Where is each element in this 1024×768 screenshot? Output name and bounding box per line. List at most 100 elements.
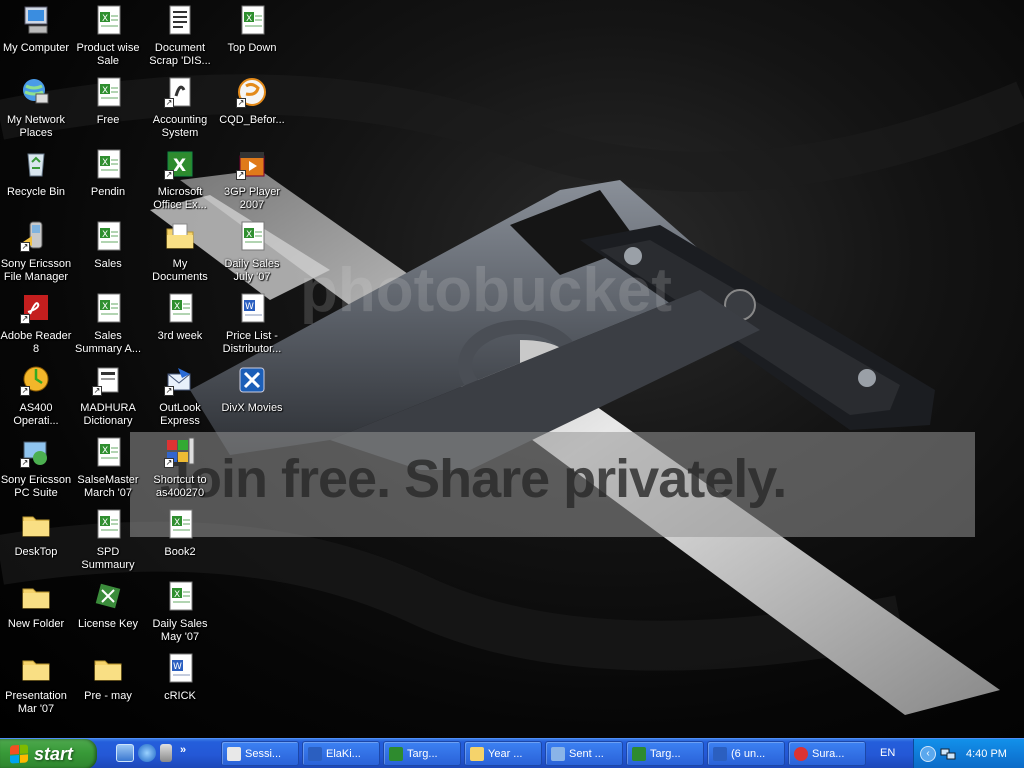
desktop-icon[interactable]: X ↗ Microsoft Office Ex... xyxy=(144,146,216,216)
language-indicator[interactable]: EN xyxy=(880,747,895,759)
desktop-icon[interactable]: ↗ CQD_Befor... xyxy=(216,74,288,144)
desktop-icon-label: Sony Ericsson PC Suite xyxy=(0,474,72,499)
desktop-icon[interactable]: ↗ Sony Ericsson File Manager xyxy=(0,218,72,288)
accounting-app-icon: ↗ xyxy=(164,76,196,108)
desktop-icon[interactable]: X Free xyxy=(72,74,144,144)
media-app-icon: ↗ xyxy=(236,76,268,108)
desktop-icon-label: My Computer xyxy=(2,42,70,54)
desktop-icon-label: New Folder xyxy=(7,618,65,630)
phone-icon: ↗ xyxy=(20,220,52,252)
desktop-icon[interactable]: My Documents xyxy=(144,218,216,288)
desktop-icon-label: Recycle Bin xyxy=(6,186,66,198)
desktop-icon[interactable]: Pre - may xyxy=(72,650,144,720)
desktop-icon[interactable]: X Top Down xyxy=(216,2,288,72)
excel-icon xyxy=(632,746,646,761)
desktop-icon[interactable]: License Key xyxy=(72,578,144,648)
desktop-icon[interactable]: Presentation Mar '07 xyxy=(0,650,72,720)
desktop-icon[interactable]: W Price List - Distributor... xyxy=(216,290,288,360)
excel-file-icon: X xyxy=(236,4,268,36)
desktop-icon[interactable]: New Folder xyxy=(0,578,72,648)
desktop-icon[interactable]: ↗ 3GP Player 2007 xyxy=(216,146,288,216)
desktop-icon[interactable]: X SPD Summaury xyxy=(72,506,144,576)
as400-shortcut-icon: ↗ xyxy=(164,436,196,468)
desktop-icon-label: DeskTop xyxy=(14,546,58,558)
desktop-icon-label: Presentation Mar '07 xyxy=(5,690,67,715)
my-computer-icon xyxy=(20,4,52,36)
desktop-icon[interactable]: ↗ Sony Ericsson PC Suite xyxy=(0,434,72,504)
taskbar-window-button[interactable]: Sessi... xyxy=(221,741,299,766)
desktop-icon[interactable]: ↗ Adobe Reader 8 xyxy=(0,290,72,360)
word-icon xyxy=(308,746,322,761)
taskbar-button-label: Targ... xyxy=(407,747,438,760)
desktop-icon-label: Daily Sales July '07 xyxy=(224,258,280,283)
recycle-bin-icon xyxy=(20,148,52,180)
desktop-icon[interactable]: X Sales xyxy=(72,218,144,288)
desktop-icon-label: Sony Ericsson File Manager xyxy=(0,258,72,283)
desktop-icon[interactable]: My Network Places xyxy=(0,74,72,144)
shortcut-arrow-icon: ↗ xyxy=(164,170,174,180)
shortcut-arrow-icon: ↗ xyxy=(92,386,102,396)
desktop-icon[interactable]: X SalseMaster March '07 xyxy=(72,434,144,504)
excel-file-icon: X xyxy=(92,76,124,108)
system-tray: ‹ 4:40 PM xyxy=(913,739,1024,768)
clock[interactable]: 4:40 PM xyxy=(966,748,1007,760)
desktop-icon[interactable]: X Daily Sales July '07 xyxy=(216,218,288,288)
svg-text:X: X xyxy=(174,302,180,312)
desktop-icon[interactable]: ↗ AS400 Operati... xyxy=(0,362,72,432)
start-button[interactable]: start xyxy=(0,739,97,768)
session-icon xyxy=(227,746,241,761)
desktop-icon[interactable]: X Pendin xyxy=(72,146,144,216)
excel-file-icon: X xyxy=(92,508,124,540)
desktop-icon-label: DivX Movies xyxy=(221,402,283,414)
desktop-icon-label: My Network Places xyxy=(6,114,66,139)
desktop-icon-label: Daily Sales May '07 xyxy=(152,618,208,643)
desktop-icon-label: cRICK xyxy=(164,690,196,702)
desktop-icon-label: CQD_Befor... xyxy=(219,114,285,126)
desktop-icon[interactable]: WcRICK xyxy=(144,650,216,720)
quick-launch-more-chevron[interactable]: » xyxy=(180,744,186,764)
internet-explorer-icon[interactable] xyxy=(138,744,156,762)
desktop-icon[interactable]: X 3rd week xyxy=(144,290,216,360)
text-document-icon xyxy=(164,4,196,36)
desktop-icon-label: SalseMaster March '07 xyxy=(77,474,139,499)
taskbar-window-button[interactable]: (6 un... xyxy=(707,741,785,766)
taskbar-window-button[interactable]: Sura... xyxy=(788,741,866,766)
outlook-express-icon: ↗ xyxy=(164,364,196,396)
tray-expand-chevron-icon[interactable]: ‹ xyxy=(920,746,936,762)
svg-text:W: W xyxy=(173,662,182,672)
network-connection-icon[interactable] xyxy=(940,747,956,761)
taskbar-window-button[interactable]: Year ... xyxy=(464,741,542,766)
svg-text:X: X xyxy=(102,446,108,456)
desktop-icon[interactable]: ↗ Accounting System xyxy=(144,74,216,144)
desktop-icon[interactable]: ↗ MADHURA Dictionary xyxy=(72,362,144,432)
desktop-icon[interactable]: ↗ Shortcut to as400270 xyxy=(144,434,216,504)
desktop-icon[interactable]: DeskTop xyxy=(0,506,72,576)
desktop-icon[interactable]: X Product wise Sale xyxy=(72,2,144,72)
taskbar-window-buttons: Sessi... ElaKi... Targ... Year ... Sent ... T… xyxy=(221,741,866,766)
desktop-icon[interactable]: My Computer xyxy=(0,2,72,72)
desktop-icon[interactable]: X Sales Summary A... xyxy=(72,290,144,360)
taskbar-window-button[interactable]: Targ... xyxy=(626,741,704,766)
desktop-icon[interactable]: X Daily Sales May '07 xyxy=(144,578,216,648)
desktop-icon[interactable]: Recycle Bin xyxy=(0,146,72,216)
desktop-icon[interactable]: Document Scrap 'DIS... xyxy=(144,2,216,72)
desktop-icon[interactable]: DivX Movies xyxy=(216,362,288,432)
desktop-icon[interactable]: X Book2 xyxy=(144,506,216,576)
taskbar: start » Sessi... ElaKi... Targ... Year ... S… xyxy=(0,738,1024,768)
taskbar-window-button[interactable]: Targ... xyxy=(383,741,461,766)
excel-file-icon: X xyxy=(92,436,124,468)
excel-file-icon: X xyxy=(164,580,196,612)
folder-icon xyxy=(20,580,52,612)
taskbar-button-label: Targ... xyxy=(650,747,681,760)
taskbar-window-button[interactable]: Sent ... xyxy=(545,741,623,766)
desktop-icon[interactable]: ↗ OutLook Express xyxy=(144,362,216,432)
taskbar-button-label: Sura... xyxy=(812,747,845,760)
taskbar-window-button[interactable]: ElaKi... xyxy=(302,741,380,766)
desktop-icon-label: Top Down xyxy=(227,42,277,54)
desktop-icon-label: Sales xyxy=(94,258,122,270)
mail-icon xyxy=(551,746,565,761)
windows-media-icon[interactable] xyxy=(160,744,172,762)
as400-icon: ↗ xyxy=(20,364,52,396)
shortcut-arrow-icon: ↗ xyxy=(236,98,246,108)
show-desktop-icon[interactable] xyxy=(116,744,134,762)
